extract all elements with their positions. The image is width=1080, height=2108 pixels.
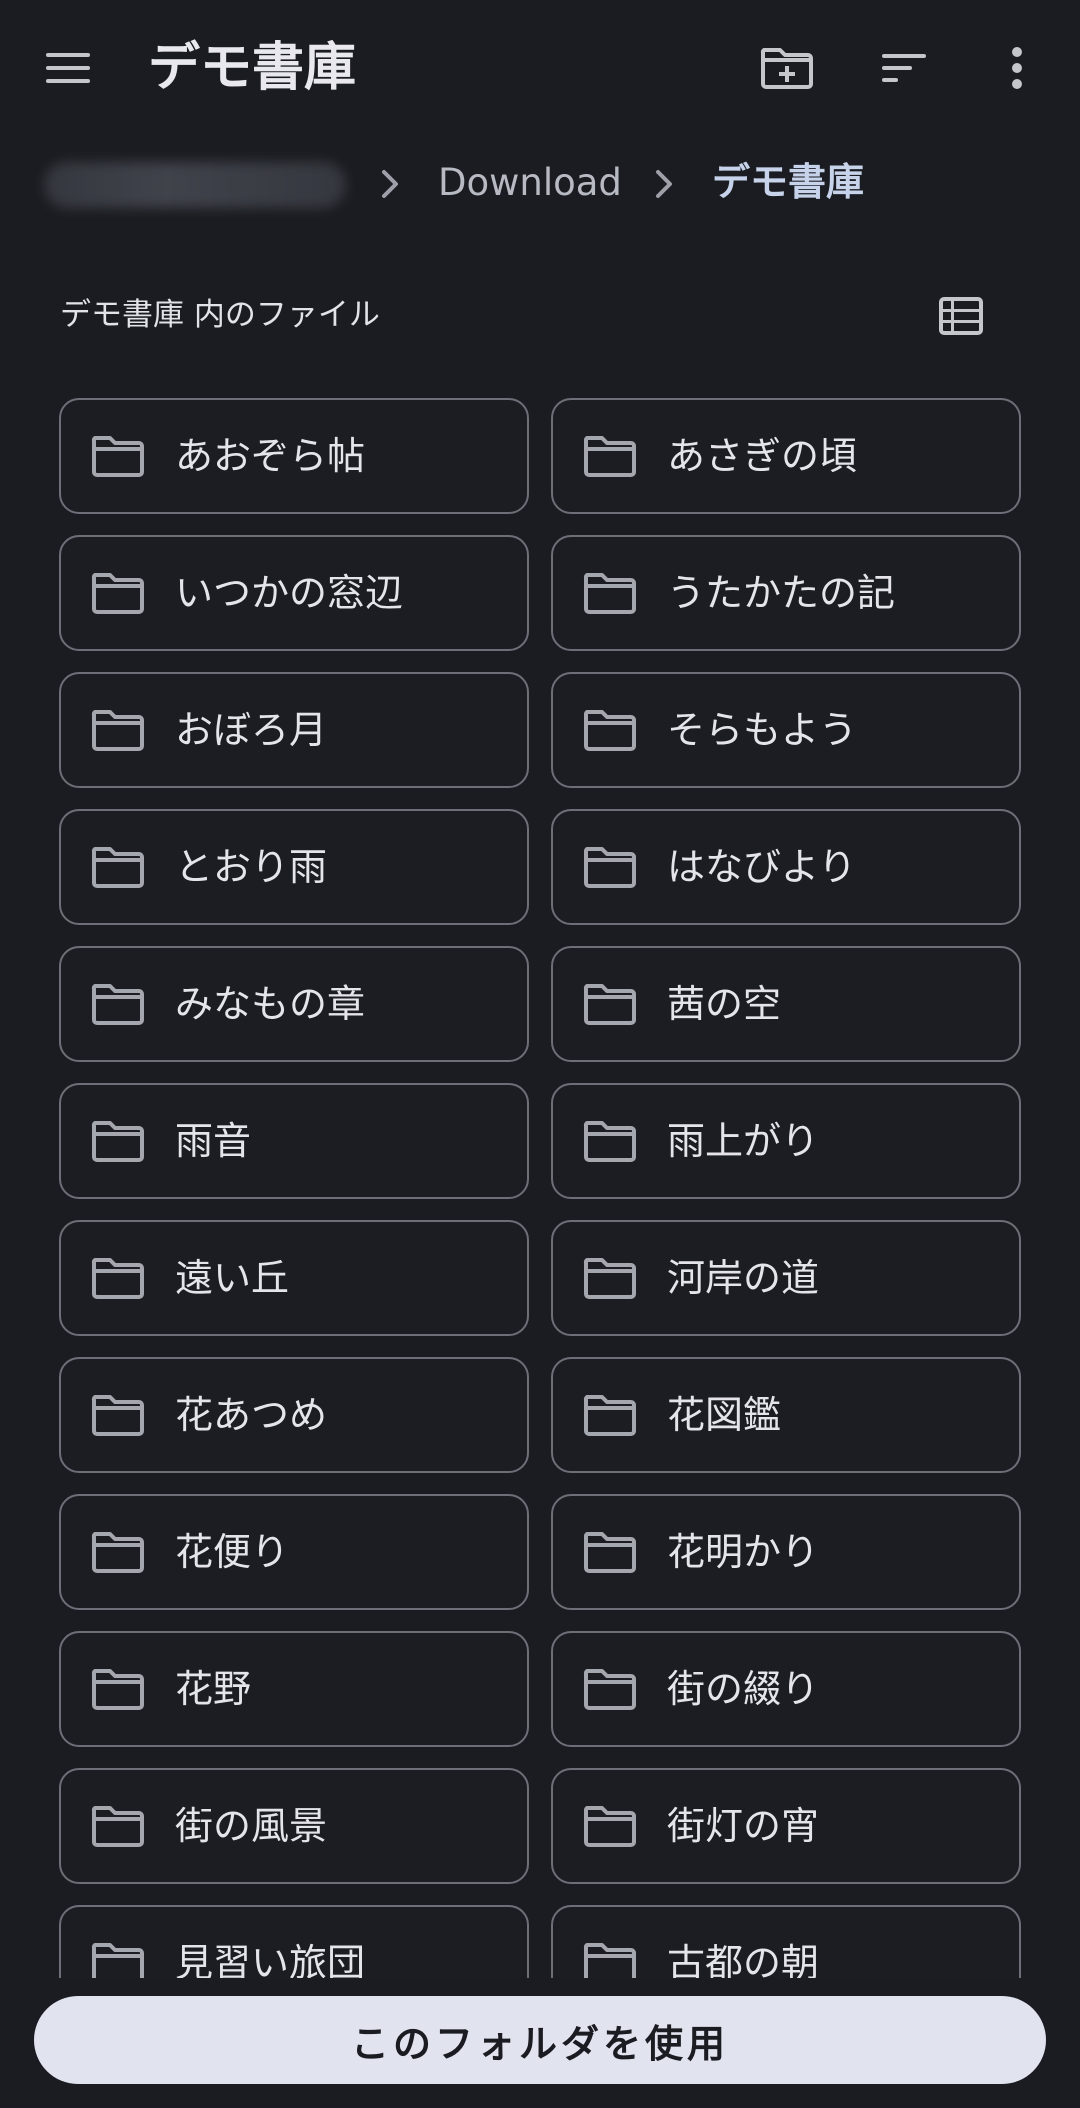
breadcrumb-item-download[interactable]: Download xyxy=(438,158,622,208)
folder-item[interactable]: 茜の空 xyxy=(551,946,1021,1062)
folder-item[interactable]: 遠い丘 xyxy=(59,1220,529,1336)
folder-name: いつかの窓辺 xyxy=(175,571,404,615)
folder-icon xyxy=(583,1395,636,1436)
folder-item[interactable]: いつかの窓辺 xyxy=(59,535,529,651)
folder-grid: あおぞら帖 あさぎの頃 いつかの窓辺 うたかたの記 おぼろ月 そらもよう とおり… xyxy=(59,398,1021,1978)
folder-item[interactable]: あさぎの頃 xyxy=(551,398,1021,514)
folder-icon xyxy=(91,1121,144,1162)
folder-icon xyxy=(91,984,144,1025)
folder-name: 街の風景 xyxy=(175,1804,328,1848)
folder-item[interactable]: おぼろ月 xyxy=(59,672,529,788)
menu-button[interactable] xyxy=(24,24,112,112)
folder-icon xyxy=(91,1806,144,1847)
folder-item[interactable]: そらもよう xyxy=(551,672,1021,788)
folder-name: 遠い丘 xyxy=(175,1256,290,1300)
create-new-folder-icon xyxy=(760,48,813,89)
folder-icon xyxy=(91,436,144,477)
folder-name: うたかたの記 xyxy=(667,571,896,615)
folder-name: 花明かり xyxy=(667,1530,820,1574)
list-view-icon xyxy=(939,297,983,335)
folder-item[interactable]: 花野 xyxy=(59,1631,529,1747)
folder-icon xyxy=(583,1669,636,1710)
folder-item[interactable]: 花図鑑 xyxy=(551,1357,1021,1473)
folder-item[interactable]: はなびより xyxy=(551,809,1021,925)
breadcrumb-root-redacted[interactable] xyxy=(44,162,346,208)
folder-name: 街灯の宵 xyxy=(667,1804,820,1848)
folder-item[interactable]: 花あつめ xyxy=(59,1357,529,1473)
use-this-folder-button[interactable]: このフォルダを使用 xyxy=(34,1996,1046,2084)
folder-name: 花図鑑 xyxy=(667,1393,782,1437)
folder-icon xyxy=(583,1806,636,1847)
folder-name: 河岸の道 xyxy=(667,1256,820,1300)
folder-name: 街の綴り xyxy=(667,1667,820,1711)
folder-name: 茜の空 xyxy=(667,982,782,1026)
folder-name: 花あつめ xyxy=(175,1393,328,1437)
more-vert-icon xyxy=(1012,47,1022,89)
folder-name: とおり雨 xyxy=(175,845,328,889)
folder-icon xyxy=(583,1943,636,1978)
folder-grid-scroll-area[interactable]: あおぞら帖 あさぎの頃 いつかの窓辺 うたかたの記 おぼろ月 そらもよう とおり… xyxy=(0,398,1080,1978)
folder-name: あさぎの頃 xyxy=(667,434,858,478)
folder-item[interactable]: あおぞら帖 xyxy=(59,398,529,514)
folder-name: みなもの章 xyxy=(175,982,366,1026)
folder-icon xyxy=(91,847,144,888)
new-folder-button[interactable] xyxy=(743,24,831,112)
folder-icon xyxy=(583,573,636,614)
top-app-bar: デモ書庫 xyxy=(0,0,1080,136)
folder-name: はなびより xyxy=(667,845,857,889)
folder-icon xyxy=(91,1395,144,1436)
folder-item[interactable]: 古都の朝 xyxy=(551,1905,1021,1978)
folder-icon xyxy=(583,436,636,477)
chevron-right-icon xyxy=(656,170,672,198)
folder-icon xyxy=(91,710,144,751)
folder-icon xyxy=(91,573,144,614)
folder-item[interactable]: 河岸の道 xyxy=(551,1220,1021,1336)
folder-name: 雨音 xyxy=(175,1119,252,1163)
folder-item[interactable]: 花明かり xyxy=(551,1494,1021,1610)
sort-button[interactable] xyxy=(860,24,948,112)
folder-name: そらもよう xyxy=(667,708,858,752)
breadcrumb: Download デモ書庫 xyxy=(0,140,1080,230)
folder-icon xyxy=(583,1532,636,1573)
folder-item[interactable]: 雨上がり xyxy=(551,1083,1021,1199)
view-toggle-button[interactable] xyxy=(917,272,1005,360)
folder-item[interactable]: とおり雨 xyxy=(59,809,529,925)
folder-name: あおぞら帖 xyxy=(175,434,366,478)
sort-icon xyxy=(882,54,926,82)
app-title: デモ書庫 xyxy=(148,38,357,98)
menu-icon xyxy=(46,53,90,83)
folder-icon xyxy=(91,1669,144,1710)
bottom-action-bar: このフォルダを使用 xyxy=(0,1978,1080,2108)
folder-icon xyxy=(583,847,636,888)
folder-item[interactable]: 花便り xyxy=(59,1494,529,1610)
chevron-right-icon xyxy=(382,170,398,198)
folder-item[interactable]: 街の風景 xyxy=(59,1768,529,1884)
folder-icon xyxy=(91,1258,144,1299)
folder-icon xyxy=(91,1943,144,1978)
folder-item[interactable]: みなもの章 xyxy=(59,946,529,1062)
folder-name: 雨上がり xyxy=(667,1119,820,1163)
folder-item[interactable]: うたかたの記 xyxy=(551,535,1021,651)
folder-name: おぼろ月 xyxy=(175,708,328,752)
more-options-button[interactable] xyxy=(973,24,1061,112)
section-title: デモ書庫 内のファイル xyxy=(60,297,380,333)
folder-icon xyxy=(583,1258,636,1299)
folder-picker-screen: デモ書庫 Download デモ書庫 デモ書庫 内のファイル あおぞら帖 あさぎ… xyxy=(0,0,1080,2108)
folder-item[interactable]: 見習い旅団 xyxy=(59,1905,529,1978)
folder-item[interactable]: 街の綴り xyxy=(551,1631,1021,1747)
folder-name: 見習い旅団 xyxy=(175,1941,366,1978)
folder-item[interactable]: 雨音 xyxy=(59,1083,529,1199)
folder-name: 花便り xyxy=(175,1530,290,1574)
breadcrumb-item-current[interactable]: デモ書庫 xyxy=(712,156,864,208)
folder-item[interactable]: 街灯の宵 xyxy=(551,1768,1021,1884)
folder-icon xyxy=(583,1121,636,1162)
folder-name: 花野 xyxy=(175,1667,252,1711)
folder-icon xyxy=(583,984,636,1025)
folder-icon xyxy=(583,710,636,751)
folder-icon xyxy=(91,1532,144,1573)
folder-name: 古都の朝 xyxy=(667,1941,820,1978)
